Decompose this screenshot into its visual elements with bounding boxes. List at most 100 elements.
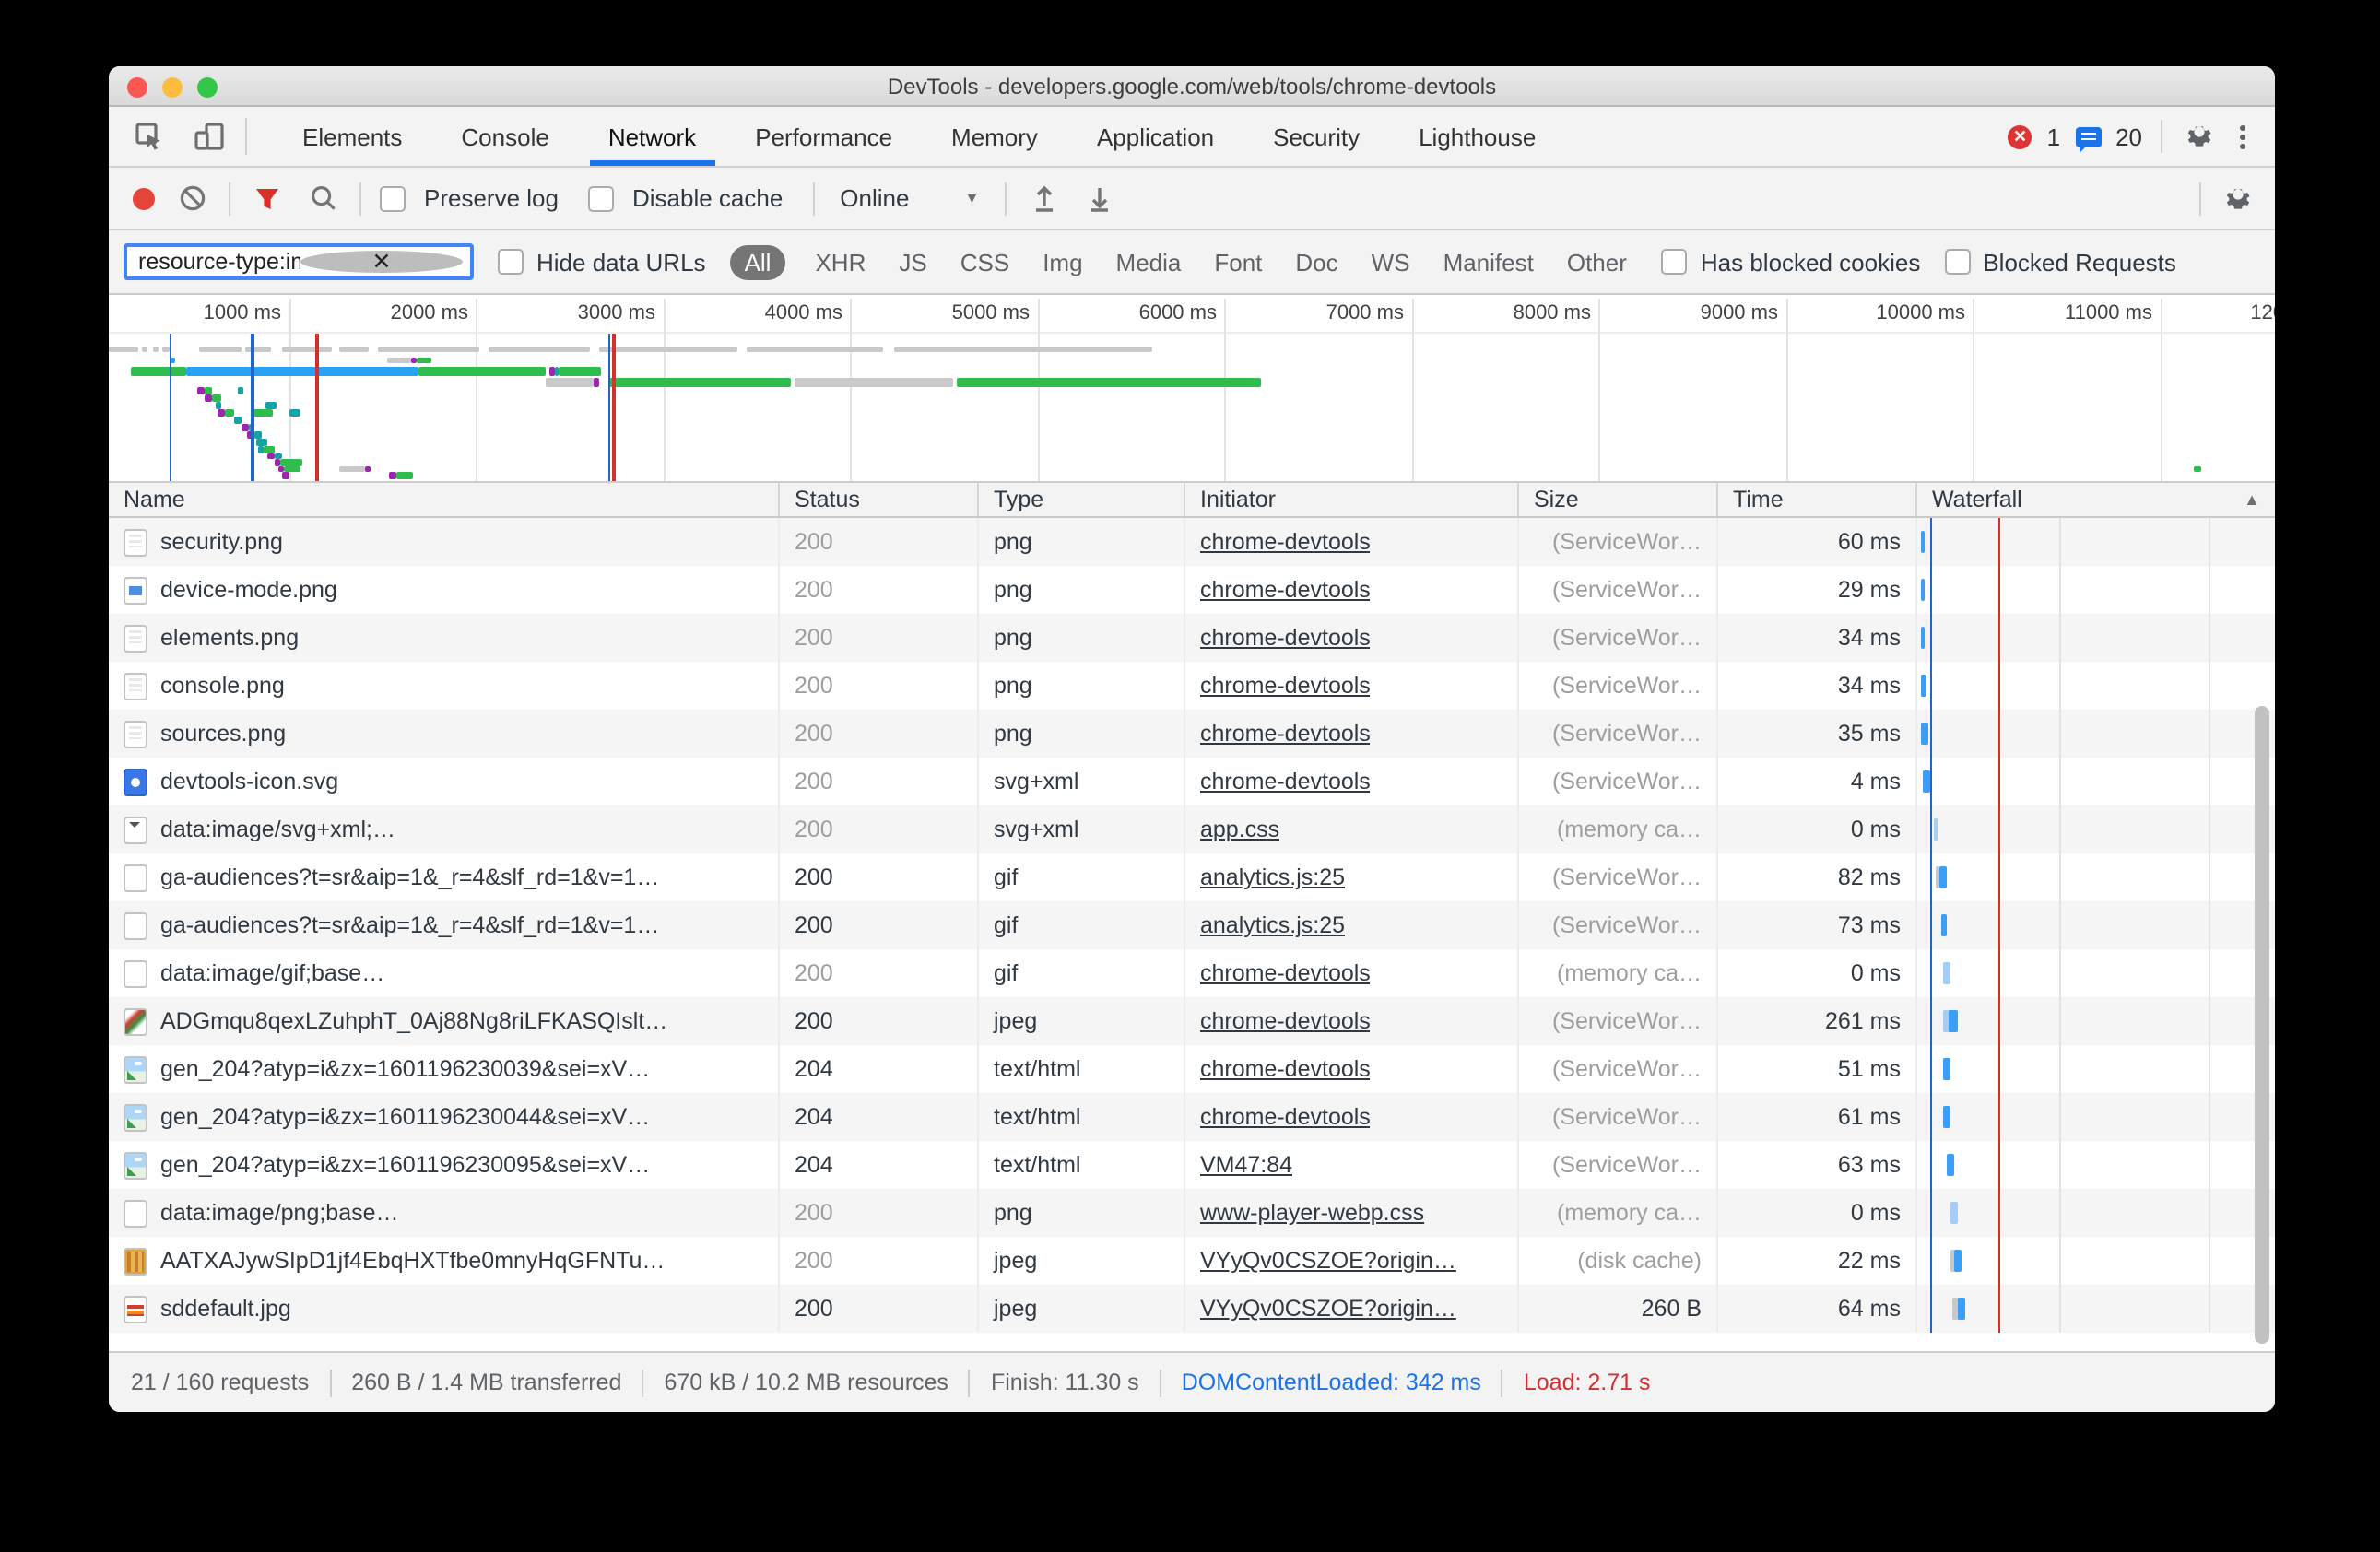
initiator-link[interactable]: chrome-devtools: [1200, 1056, 1371, 1082]
waterfall-cell: [1917, 1237, 2275, 1285]
blocked-requests-checkbox[interactable]: [1944, 249, 1970, 275]
device-toolbar-icon[interactable]: [190, 118, 227, 155]
record-network-log-icon[interactable]: [133, 187, 155, 209]
request-row[interactable]: devtools-icon.svg200svg+xmlchrome-devtoo…: [109, 758, 2275, 805]
request-status: 204: [780, 1045, 979, 1093]
filter-type-js[interactable]: JS: [895, 244, 930, 279]
request-row[interactable]: gen_204?atyp=i&zx=1601196230095&sei=xV…2…: [109, 1141, 2275, 1189]
disable-cache-checkbox[interactable]: [588, 185, 614, 211]
error-badge-icon[interactable]: ✕: [2009, 124, 2032, 148]
filter-type-xhr[interactable]: XHR: [811, 244, 869, 279]
column-header-label: Name: [124, 487, 185, 512]
filter-type-all[interactable]: All: [730, 244, 786, 279]
request-row[interactable]: sddefault.jpg200jpegVYyQv0CSZOE?origin…2…: [109, 1285, 2275, 1333]
initiator-link[interactable]: chrome-devtools: [1200, 625, 1371, 651]
overview-tick-label: 3000 ms: [578, 302, 663, 324]
filter-type-ws[interactable]: WS: [1368, 244, 1414, 279]
request-row[interactable]: security.png200pngchrome-devtools(Servic…: [109, 518, 2275, 566]
filter-type-other[interactable]: Other: [1563, 244, 1631, 279]
request-row[interactable]: data:image/gif;base…200gifchrome-devtool…: [109, 949, 2275, 997]
request-time: 60 ms: [1718, 518, 1917, 566]
initiator-link[interactable]: VYyQv0CSZOE?origin…: [1200, 1248, 1456, 1274]
initiator-link[interactable]: app.css: [1200, 817, 1279, 842]
tab-lighthouse[interactable]: Lighthouse: [1389, 107, 1565, 166]
tab-application[interactable]: Application: [1067, 107, 1243, 166]
request-row[interactable]: elements.png200pngchrome-devtools(Servic…: [109, 614, 2275, 662]
column-header-size[interactable]: Size: [1519, 483, 1718, 516]
column-header-initiator[interactable]: Initiator: [1185, 483, 1519, 516]
network-settings-gear-icon[interactable]: [2220, 180, 2256, 217]
issues-message-icon[interactable]: [2075, 126, 2101, 147]
overview-request-bar: [153, 347, 159, 352]
request-row[interactable]: gen_204?atyp=i&zx=1601196230044&sei=xV…2…: [109, 1093, 2275, 1141]
preserve-log-checkbox[interactable]: [380, 185, 406, 211]
filter-funnel-icon[interactable]: [249, 180, 286, 217]
clear-filter-icon[interactable]: ✕: [300, 251, 463, 273]
overview-request-bar: [284, 465, 300, 472]
column-header-time[interactable]: Time: [1718, 483, 1917, 516]
initiator-link[interactable]: chrome-devtools: [1200, 1008, 1371, 1034]
data-url-icon: [124, 959, 147, 987]
initiator-link[interactable]: chrome-devtools: [1200, 721, 1371, 747]
tab-security[interactable]: Security: [1243, 107, 1389, 166]
vertical-scrollbar[interactable]: [2255, 706, 2269, 1344]
filter-input[interactable]: resource-type:image ✕: [124, 243, 474, 280]
tab-elements[interactable]: Elements: [273, 107, 431, 166]
initiator-link[interactable]: chrome-devtools: [1200, 529, 1371, 555]
request-row[interactable]: data:image/svg+xml;…200svg+xmlapp.css(me…: [109, 805, 2275, 853]
request-row[interactable]: device-mode.png200pngchrome-devtools(Ser…: [109, 566, 2275, 614]
initiator-link[interactable]: chrome-devtools: [1200, 769, 1371, 794]
filter-type-img[interactable]: Img: [1039, 244, 1086, 279]
initiator-link[interactable]: www-player-webp.css: [1200, 1200, 1424, 1226]
overview-request-bar: [199, 347, 242, 352]
filter-type-doc[interactable]: Doc: [1291, 244, 1341, 279]
more-options-icon[interactable]: [2233, 121, 2253, 152]
request-size: 260 B: [1519, 1285, 1718, 1333]
dcl-event-line: [1929, 518, 1932, 1333]
inspect-element-icon[interactable]: [131, 118, 168, 155]
request-row[interactable]: sources.png200pngchrome-devtools(Service…: [109, 710, 2275, 758]
initiator-link[interactable]: analytics.js:25: [1200, 912, 1345, 938]
request-row[interactable]: ADGmqu8qexLZuhphT_0Aj88Ng8riLFKASQIslt…2…: [109, 997, 2275, 1045]
filter-type-media[interactable]: Media: [1113, 244, 1185, 279]
import-har-icon[interactable]: [1025, 180, 1062, 217]
tab-console[interactable]: Console: [431, 107, 578, 166]
throttling-dropdown[interactable]: Online ▼: [832, 184, 986, 212]
filter-type-font[interactable]: Font: [1210, 244, 1266, 279]
column-header-name[interactable]: Name: [109, 483, 780, 516]
request-time: 63 ms: [1718, 1141, 1917, 1189]
overview-request-bar: [245, 347, 271, 352]
column-header-waterfall[interactable]: Waterfall▲: [1917, 483, 2275, 516]
initiator-link[interactable]: chrome-devtools: [1200, 673, 1371, 699]
filter-type-css[interactable]: CSS: [957, 244, 1013, 279]
column-header-type[interactable]: Type: [979, 483, 1185, 516]
search-icon[interactable]: [304, 180, 341, 217]
filter-type-manifest[interactable]: Manifest: [1440, 244, 1538, 279]
has-blocked-cookies-checkbox[interactable]: [1662, 249, 1688, 275]
request-row[interactable]: data:image/png;base…200pngwww-player-web…: [109, 1189, 2275, 1237]
network-overview-timeline[interactable]: 1000 ms2000 ms3000 ms4000 ms5000 ms6000 …: [109, 295, 2275, 483]
export-har-icon[interactable]: [1080, 180, 1117, 217]
request-row[interactable]: console.png200pngchrome-devtools(Service…: [109, 662, 2275, 710]
blocked-requests-label: Blocked Requests: [1983, 248, 2176, 276]
clear-network-log-icon[interactable]: [173, 180, 210, 217]
initiator-link[interactable]: chrome-devtools: [1200, 960, 1371, 986]
initiator-link[interactable]: analytics.js:25: [1200, 864, 1345, 890]
tab-network[interactable]: Network: [579, 107, 725, 166]
overview-request-bar: [205, 394, 212, 401]
initiator-link[interactable]: chrome-devtools: [1200, 1104, 1371, 1130]
settings-gear-icon[interactable]: [2181, 118, 2218, 155]
overview-request-bar: [131, 366, 186, 375]
request-row[interactable]: AATXAJywSIpD1jf4EbqHXTfbe0mnyHqGFNTu…200…: [109, 1237, 2275, 1285]
request-row[interactable]: ga-audiences?t=sr&aip=1&_r=4&slf_rd=1&v=…: [109, 901, 2275, 949]
initiator-link[interactable]: chrome-devtools: [1200, 577, 1371, 603]
request-row[interactable]: ga-audiences?t=sr&aip=1&_r=4&slf_rd=1&v=…: [109, 853, 2275, 901]
initiator-link[interactable]: VYyQv0CSZOE?origin…: [1200, 1296, 1456, 1322]
request-row[interactable]: gen_204?atyp=i&zx=1601196230039&sei=xV…2…: [109, 1045, 2275, 1093]
column-header-status[interactable]: Status: [780, 483, 979, 516]
tab-performance[interactable]: Performance: [725, 107, 922, 166]
initiator-link[interactable]: VM47:84: [1200, 1152, 1292, 1178]
hide-data-urls-checkbox[interactable]: [498, 249, 524, 275]
request-type: gif: [979, 949, 1185, 997]
tab-memory[interactable]: Memory: [922, 107, 1067, 166]
